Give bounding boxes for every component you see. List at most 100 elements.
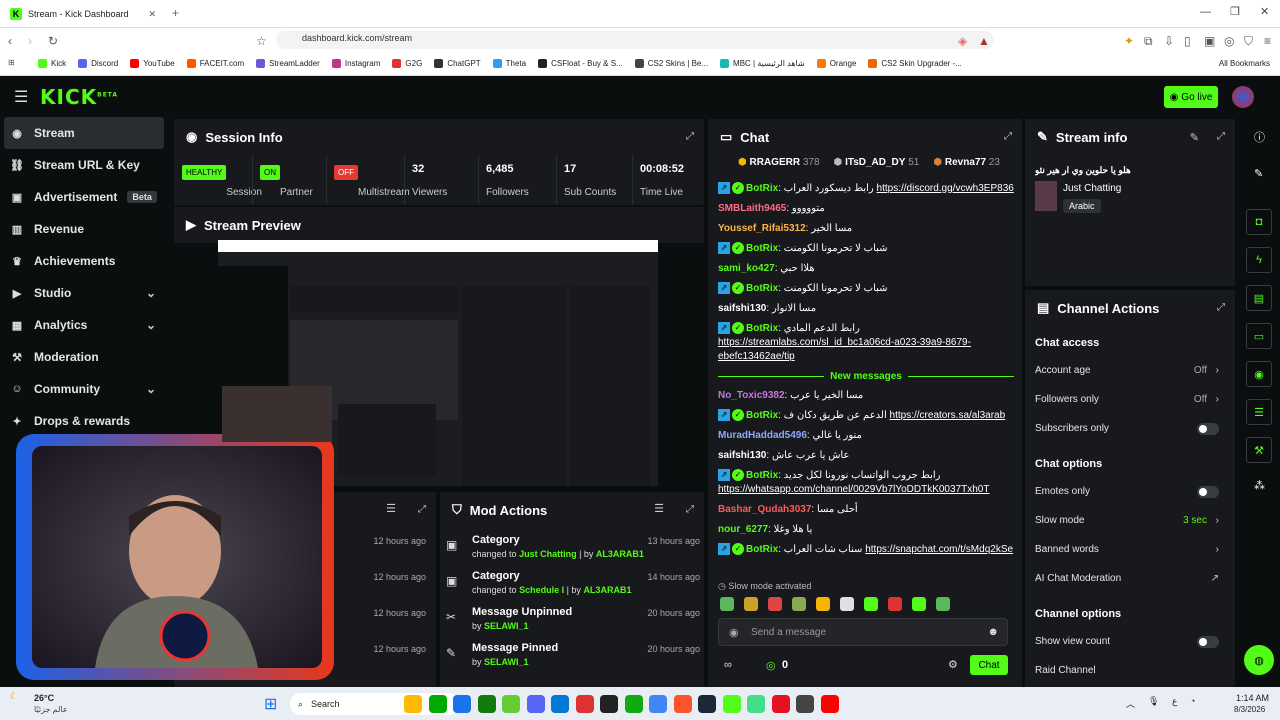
bookmark-item[interactable]: G2G bbox=[392, 59, 422, 68]
chat-link[interactable]: https://snapchat.com/t/sMdq2kSe bbox=[865, 544, 1013, 555]
chevron-up-icon[interactable]: ︿ bbox=[1126, 697, 1135, 710]
chat-link[interactable]: https://whatsapp.com/channel/0029Vb7lYoD… bbox=[718, 484, 989, 495]
infinity-icon[interactable]: ∞ bbox=[724, 659, 732, 671]
chat-username[interactable]: No_Toxic9382 bbox=[718, 390, 785, 401]
expand-icon[interactable]: ⤢ bbox=[686, 131, 694, 142]
pencil-icon[interactable]: ✎ bbox=[1254, 167, 1263, 180]
chat-username[interactable]: nour_6277 bbox=[718, 524, 768, 535]
sidebar-item-revenue[interactable]: ▥ Revenue bbox=[0, 213, 168, 245]
bookmark-item[interactable]: YouTube bbox=[130, 59, 175, 68]
brave-shield-icon[interactable]: ◈ bbox=[958, 34, 967, 48]
lightning-icon[interactable]: ϟ bbox=[1246, 247, 1272, 273]
mod-action-row[interactable]: ✎ Message Pinned by SELAWI_1 20 hours ago bbox=[440, 642, 700, 676]
download-icon[interactable]: ⇩ bbox=[1164, 34, 1174, 48]
support-chat-icon[interactable]: ◍ bbox=[1244, 645, 1274, 675]
expand-icon[interactable]: ⤢ bbox=[686, 504, 694, 515]
mod-action-target[interactable]: SELAWI_1 bbox=[484, 621, 529, 631]
maximize-icon[interactable]: ❐ bbox=[1230, 5, 1240, 18]
mod-action-target[interactable]: Just Chatting bbox=[519, 549, 577, 559]
kick-logo[interactable]: KICKBETA bbox=[40, 85, 118, 109]
top-gifter[interactable]: ⬢ RRAGERR 378 bbox=[738, 157, 820, 171]
taskbar-app-icon[interactable] bbox=[796, 695, 814, 713]
chat-username[interactable]: sami_ko427 bbox=[718, 263, 775, 274]
taskbar-app-icon[interactable] bbox=[747, 695, 765, 713]
wallet-icon[interactable]: ▣ bbox=[1204, 34, 1215, 48]
filter-icon[interactable]: ☰ bbox=[654, 502, 664, 515]
raid-channel-row[interactable]: Raid Channel bbox=[1035, 665, 1221, 676]
brave-rewards-icon[interactable]: ▲ bbox=[978, 34, 990, 48]
mic-icon[interactable]: 🎙 bbox=[1148, 696, 1159, 707]
forward-icon[interactable]: › bbox=[28, 34, 32, 48]
camera-icon[interactable]: ◘ bbox=[1246, 209, 1272, 235]
taskbar-app-icon[interactable] bbox=[600, 695, 618, 713]
close-icon[interactable]: ✕ bbox=[148, 9, 156, 20]
new-tab-icon[interactable]: + bbox=[172, 6, 179, 20]
emote-icon[interactable] bbox=[792, 597, 806, 611]
chat-input[interactable]: ◉ Send a message ☻ bbox=[718, 618, 1008, 646]
bookmark-item[interactable]: ChatGPT bbox=[434, 59, 481, 68]
taskbar-app-icon[interactable] bbox=[477, 695, 496, 713]
send-chat-button[interactable]: Chat bbox=[970, 655, 1008, 675]
emote-icon[interactable] bbox=[888, 597, 902, 611]
url-field[interactable]: dashboard.kick.com/stream bbox=[276, 31, 994, 49]
chat-username[interactable]: BotRix bbox=[746, 243, 778, 254]
banned-words-row[interactable]: Banned words › bbox=[1035, 544, 1221, 555]
category-name[interactable]: Just Chatting bbox=[1063, 183, 1121, 194]
wifi-icon[interactable]: ◔ bbox=[1190, 696, 1195, 706]
bookmark-item[interactable]: Instagram bbox=[331, 59, 380, 68]
followers-only-row[interactable]: Followers only Off › bbox=[1035, 394, 1221, 405]
taskbar-app-icon[interactable] bbox=[551, 695, 569, 713]
all-bookmarks[interactable]: All Bookmarks bbox=[1219, 59, 1270, 68]
puzzle-icon[interactable]: ⧉ bbox=[1144, 34, 1153, 49]
chat-username[interactable]: BotRix bbox=[746, 283, 778, 294]
bookmark-star-icon[interactable]: ☆ bbox=[256, 34, 267, 48]
emote-icon[interactable] bbox=[720, 597, 734, 611]
chat-username[interactable]: BotRix bbox=[746, 323, 778, 334]
emote-icon[interactable] bbox=[864, 597, 878, 611]
sidebar-item-stream[interactable]: ◉ Stream bbox=[4, 117, 164, 149]
chat-username[interactable]: SMBLaith9465 bbox=[718, 203, 786, 214]
apps-grid-icon[interactable]: ⊞ bbox=[8, 58, 15, 67]
emote-icon[interactable] bbox=[768, 597, 782, 611]
clock-time[interactable]: 1:14 AM bbox=[1236, 693, 1269, 703]
emote-icon[interactable] bbox=[912, 597, 926, 611]
back-icon[interactable]: ‹ bbox=[8, 34, 12, 48]
bookmark-item[interactable]: FACEIT.com bbox=[186, 59, 244, 68]
browser-tab[interactable]: K Stream - Kick Dashboard ✕ bbox=[4, 3, 162, 25]
radio-icon[interactable]: ◉ bbox=[1246, 361, 1272, 387]
emote-icon[interactable] bbox=[816, 597, 830, 611]
sidebar-item-stream-url-key[interactable]: ⛓ Stream URL & Key bbox=[0, 149, 168, 181]
mod-action-row[interactable]: ✂ Message Unpinned by SELAWI_1 20 hours ago bbox=[440, 606, 700, 640]
taskbar-app-icon[interactable] bbox=[698, 695, 716, 713]
taskbar-app-icon[interactable] bbox=[771, 695, 790, 713]
sidebar-item-moderation[interactable]: ⚒ Moderation bbox=[0, 341, 168, 373]
taskbar-app-icon[interactable] bbox=[649, 695, 667, 713]
taskbar-app-icon[interactable] bbox=[428, 695, 447, 713]
taskbar-app-icon[interactable] bbox=[575, 695, 594, 713]
taskbar-app-icon[interactable] bbox=[673, 695, 692, 713]
chat-username[interactable]: BotRix bbox=[746, 410, 778, 421]
expand-icon[interactable]: ⤢ bbox=[1004, 131, 1012, 142]
chat-username[interactable]: BotRix bbox=[746, 470, 778, 481]
mod-action-by[interactable]: AL3ARAB1 bbox=[596, 549, 644, 559]
ai-moderation-row[interactable]: AI Chat Moderation ↗ bbox=[1035, 573, 1221, 584]
menu-icon[interactable]: ≡ bbox=[1264, 34, 1271, 48]
edit-icon[interactable]: ✎ bbox=[1190, 131, 1199, 144]
info-icon[interactable]: ⓘ bbox=[1254, 129, 1265, 145]
bookmark-item[interactable]: Discord bbox=[78, 59, 118, 68]
mod-action-row[interactable]: ▣ Category changed to Schedule I | by AL3A… bbox=[440, 570, 700, 604]
bookmark-item[interactable]: StreamLadder bbox=[256, 59, 320, 68]
chat-link[interactable]: https://discord.gg/vcwh3EP836 bbox=[877, 183, 1014, 194]
minimize-icon[interactable]: — bbox=[1200, 6, 1211, 18]
slow-mode-row[interactable]: Slow mode 3 sec › bbox=[1035, 515, 1221, 526]
extension-icon[interactable]: ✦ bbox=[1124, 34, 1134, 48]
go-live-button[interactable]: ◉ Go live bbox=[1164, 86, 1218, 108]
bookmark-item[interactable]: Kick bbox=[38, 59, 66, 68]
chat-username[interactable]: Bashar_Qudah3037 bbox=[718, 504, 811, 515]
mod-action-row[interactable]: ▣ Category changed to Just Chatting | by A… bbox=[440, 534, 700, 568]
emote-icon[interactable] bbox=[936, 597, 950, 611]
emote-icon[interactable] bbox=[840, 597, 854, 611]
gear-icon[interactable]: ⚙ bbox=[948, 658, 958, 671]
expand-icon[interactable]: ⤢ bbox=[418, 504, 426, 515]
mod-action-target[interactable]: SELAWI_1 bbox=[484, 657, 529, 667]
